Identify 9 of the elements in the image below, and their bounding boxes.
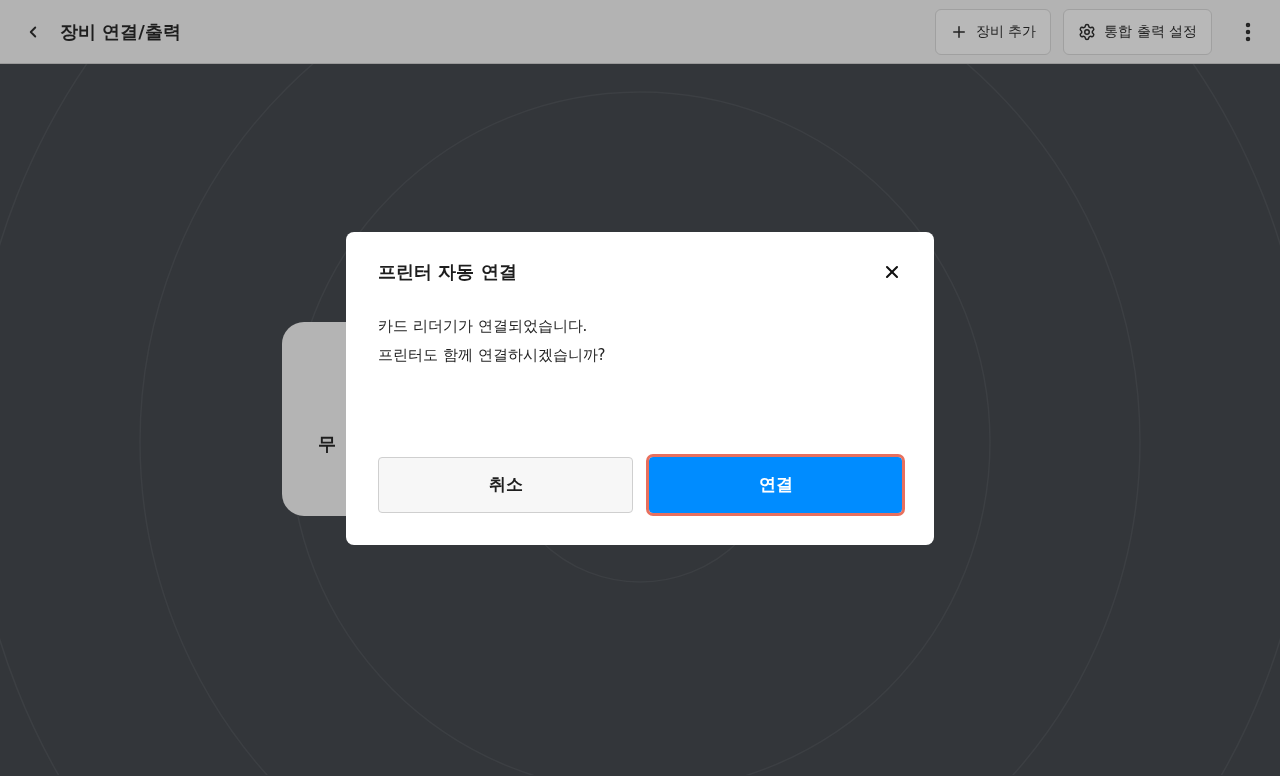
settings-icon: [1078, 22, 1097, 41]
dialog-title: 프린터 자동 연결: [378, 260, 517, 284]
page-title: 장비 연결/출력: [60, 20, 181, 44]
dialog-message: 프린터도 함께 연결하시겠습니까?: [378, 344, 607, 366]
device-label: 무: [318, 432, 336, 456]
output-settings-button[interactable]: 통합 출력 설정: [1063, 8, 1212, 55]
add-device-button[interactable]: 장비 추가: [934, 8, 1052, 55]
cancel-button[interactable]: 취소: [378, 457, 633, 513]
dialog-message: 카드 리더기가 연결되었습니다.: [378, 316, 589, 337]
